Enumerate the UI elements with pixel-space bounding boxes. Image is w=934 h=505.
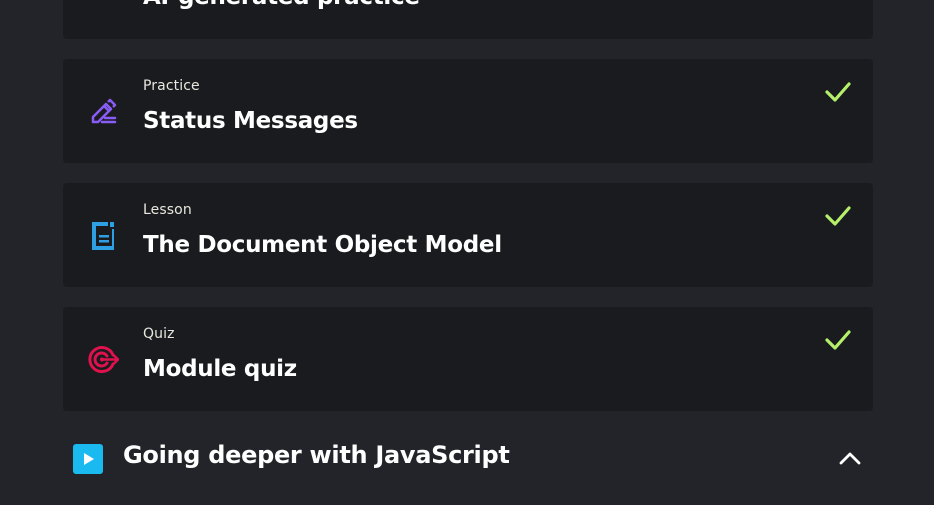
lesson-card-module-quiz[interactable]: Quiz Module quiz <box>63 307 873 411</box>
lesson-title: AI-generated practice <box>143 0 420 10</box>
check-icon <box>825 330 851 350</box>
pencil-icon <box>91 98 117 124</box>
lesson-card-ai-practice[interactable]: AI-generated practice <box>63 0 873 39</box>
course-outline: AI-generated practice Practice Status Me… <box>0 0 934 505</box>
target-icon <box>88 346 119 373</box>
check-icon <box>825 206 851 226</box>
document-icon <box>92 222 114 250</box>
lesson-title: Status Messages <box>143 108 358 134</box>
play-icon <box>73 444 103 474</box>
lesson-card-dom[interactable]: Lesson The Document Object Model <box>63 183 873 287</box>
lesson-type: Practice <box>143 78 200 94</box>
section-title: Going deeper with JavaScript <box>123 441 510 469</box>
section-header-going-deeper[interactable]: Going deeper with JavaScript <box>63 432 873 484</box>
lesson-type: Quiz <box>143 326 175 342</box>
chevron-up-icon[interactable] <box>837 448 863 468</box>
lesson-card-status-messages[interactable]: Practice Status Messages <box>63 59 873 163</box>
lesson-title: Module quiz <box>143 356 297 382</box>
check-icon <box>825 82 851 102</box>
lesson-type: Lesson <box>143 202 192 218</box>
lesson-title: The Document Object Model <box>143 232 502 258</box>
